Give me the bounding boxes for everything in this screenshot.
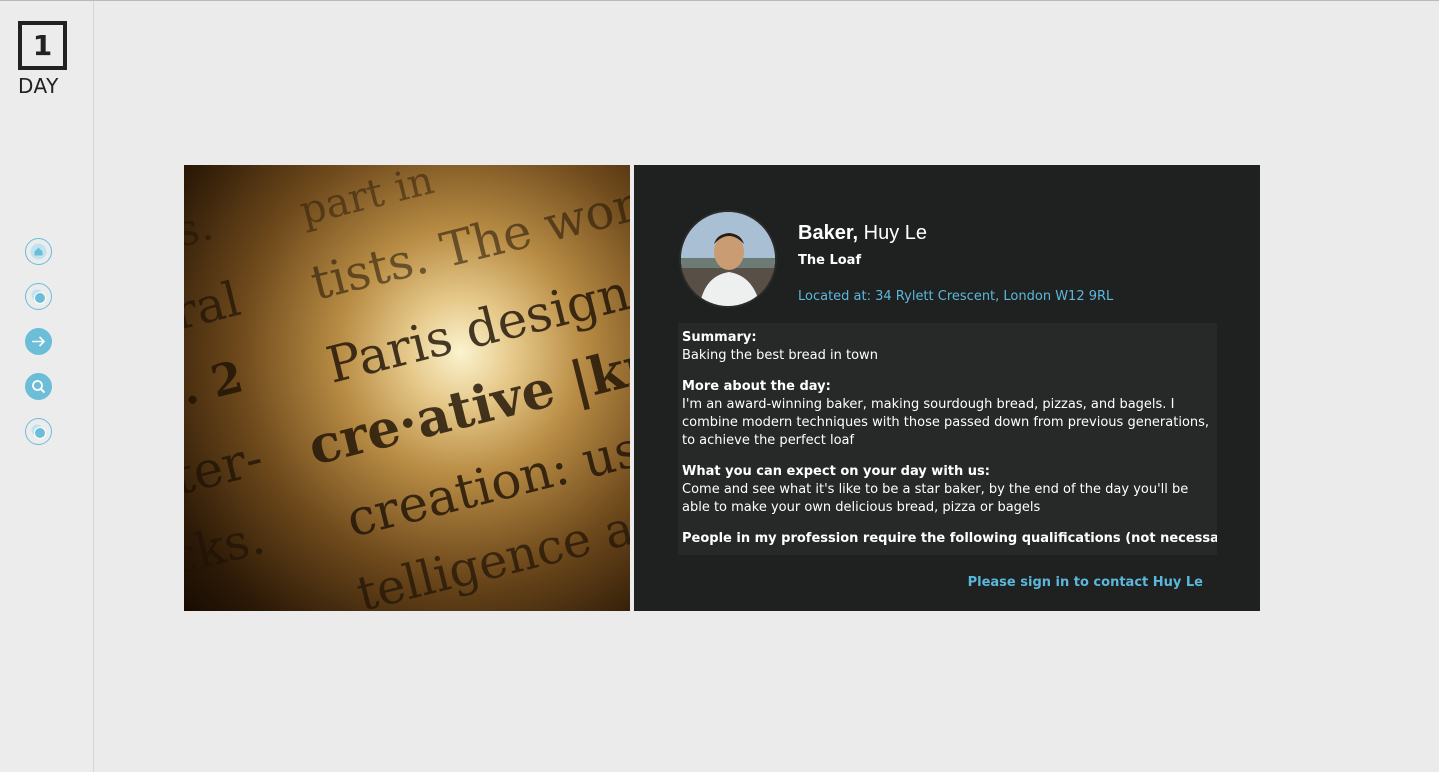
profile-role: Baker,	[798, 222, 859, 244]
circles-icon	[31, 289, 46, 304]
nav-circles-button-2[interactable]	[25, 418, 52, 445]
profile-title: Baker, Huy Le	[798, 222, 927, 245]
profile-name: Huy Le	[863, 222, 927, 244]
photo-word: . 2	[184, 351, 248, 415]
sidebar-nav	[25, 238, 52, 463]
search-icon	[32, 380, 46, 394]
photo-word: cks.	[184, 509, 270, 587]
expect-text: Come and see what it's like to be a star…	[682, 482, 1189, 515]
dictionary-photo: part in tists. The worn Paris designers …	[184, 165, 630, 611]
home-icon	[30, 243, 47, 260]
logo-word: DAY	[18, 74, 59, 98]
nav-home-button[interactable]	[25, 238, 52, 265]
nav-arrow-button[interactable]	[25, 328, 52, 355]
nav-circles-button[interactable]	[25, 283, 52, 310]
qualifications-heading: People in my profession require the foll…	[682, 531, 1217, 546]
summary-heading: Summary:	[682, 330, 757, 345]
sidebar: 1 DAY	[0, 1, 94, 772]
circles-icon	[31, 424, 46, 439]
nav-search-button[interactable]	[25, 373, 52, 400]
arrow-right-icon	[32, 336, 46, 347]
photo-word: part in	[295, 165, 438, 235]
sign-in-contact-link[interactable]: Please sign in to contact Huy Le	[968, 575, 1203, 590]
more-heading: More about the day:	[682, 379, 831, 394]
profile-location[interactable]: Located at: 34 Rylett Crescent, London W…	[798, 289, 1113, 304]
expect-heading: What you can expect on your day with us:	[682, 464, 990, 479]
more-text: I'm an award-winning baker, making sourd…	[682, 397, 1210, 448]
logo-number: 1	[18, 21, 67, 70]
photo-word: s.	[184, 199, 218, 257]
avatar	[679, 210, 777, 308]
hero-image: part in tists. The worn Paris designers …	[184, 165, 630, 611]
logo[interactable]: 1 DAY	[18, 21, 68, 98]
photo-word: ter-	[184, 428, 269, 506]
summary-text: Baking the best bread in town	[682, 348, 878, 363]
profile-company: The Loaf	[798, 253, 862, 268]
profile-card: Baker, Huy Le The Loaf Located at: 34 Ry…	[634, 165, 1260, 611]
details-panel[interactable]: Summary: Baking the best bread in town M…	[678, 323, 1217, 555]
photo-word: ral	[184, 271, 246, 342]
